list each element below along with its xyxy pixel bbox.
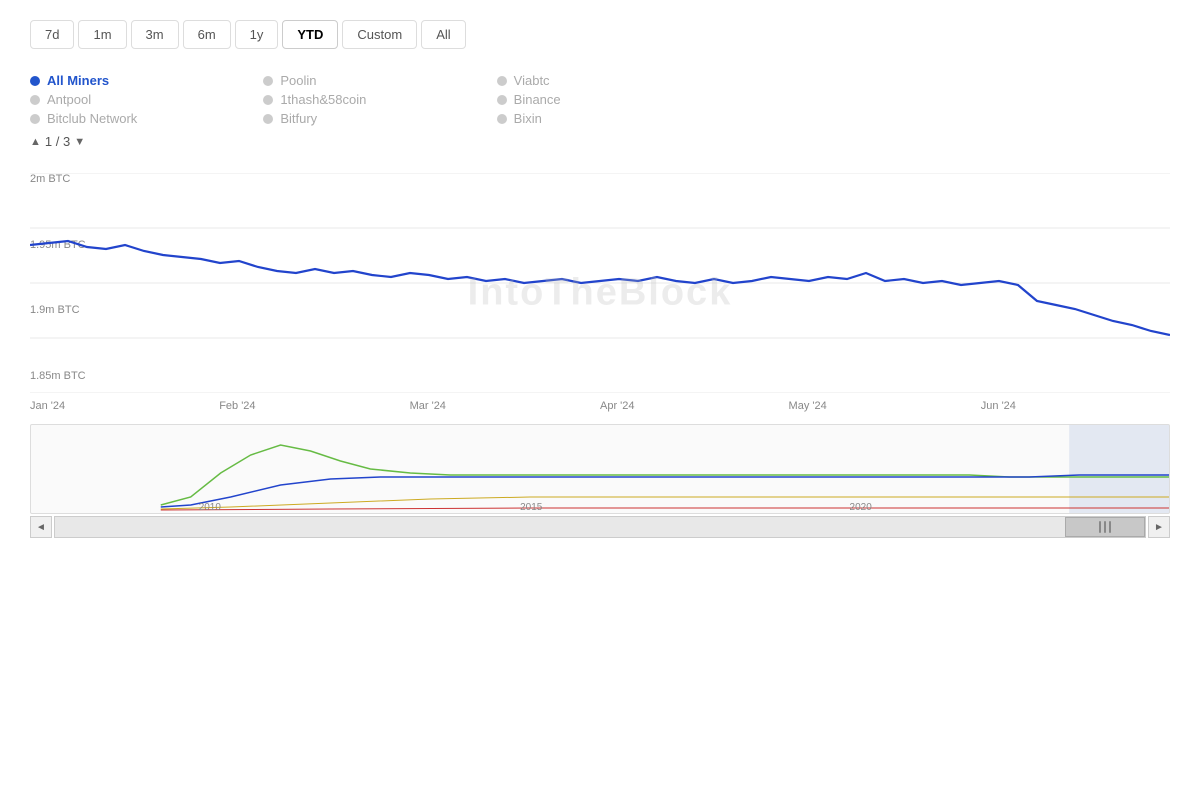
x-label-jan24: Jan '24 [30, 400, 65, 412]
x-label-apr24: Apr '24 [600, 400, 635, 412]
legend-dot-all-miners [30, 76, 40, 86]
scrollbar-track[interactable] [54, 516, 1146, 538]
legend-item-binance[interactable]: Binance [497, 92, 730, 107]
x-label-feb24: Feb '24 [219, 400, 255, 412]
legend-label-binance: Binance [514, 92, 561, 107]
legend-dot-viabtc [497, 76, 507, 86]
scroll-left-btn[interactable]: ◄ [30, 516, 52, 538]
thumb-line-2 [1104, 521, 1106, 533]
chart-legend: All Miners Poolin Viabtc Antpool 1thash&… [30, 73, 730, 126]
time-btn-7d[interactable]: 7d [30, 20, 74, 49]
x-label-may24: May '24 [789, 400, 827, 412]
legend-item-viabtc[interactable]: Viabtc [497, 73, 730, 88]
legend-label-bixin: Bixin [514, 111, 542, 126]
legend-item-1thash[interactable]: 1thash&58coin [263, 92, 496, 107]
legend-dot-poolin [263, 76, 273, 86]
time-btn-custom[interactable]: Custom [342, 20, 417, 49]
legend-dot-bitfury [263, 114, 273, 124]
range-selector[interactable]: 2010 2015 2020 [30, 424, 1170, 514]
legend-label-all-miners: All Miners [47, 73, 109, 88]
scrollbar-thumb[interactable] [1065, 517, 1145, 537]
time-btn-6m[interactable]: 6m [183, 20, 231, 49]
legend-dot-1thash [263, 95, 273, 105]
legend-item-bitclub[interactable]: Bitclub Network [30, 111, 263, 126]
x-axis-labels: Jan '24 Feb '24 Mar '24 Apr '24 May '24 … [30, 396, 1170, 412]
page-indicator: 1 / 3 [45, 134, 70, 149]
scrollbar: ◄ ► [30, 516, 1170, 538]
legend-label-bitclub: Bitclub Network [47, 111, 137, 126]
page-next-arrow[interactable]: ▼ [74, 136, 85, 148]
legend-dot-binance [497, 95, 507, 105]
legend-item-poolin[interactable]: Poolin [263, 73, 496, 88]
legend-item-antpool[interactable]: Antpool [30, 92, 263, 107]
time-btn-3m[interactable]: 3m [131, 20, 179, 49]
time-btn-all[interactable]: All [421, 20, 465, 49]
mini-chart-svg: 2010 2015 2020 [31, 425, 1169, 513]
legend-item-all-miners[interactable]: All Miners [30, 73, 263, 88]
x-label-jun24: Jun '24 [981, 400, 1016, 412]
legend-dot-bitclub [30, 114, 40, 124]
legend-dot-antpool [30, 95, 40, 105]
time-btn-ytd[interactable]: YTD [282, 20, 338, 49]
chart-canvas: IntoTheBlock Jan '24 Feb '24 Mar '24 [30, 173, 1170, 412]
legend-dot-bixin [497, 114, 507, 124]
main-chart-area: 2m BTC 1.95m BTC 1.9m BTC 1.85m BTC Into… [30, 173, 1170, 412]
scroll-right-btn[interactable]: ► [1148, 516, 1170, 538]
svg-text:2015: 2015 [520, 502, 543, 513]
legend-label-bitfury: Bitfury [280, 111, 317, 126]
time-btn-1m[interactable]: 1m [78, 20, 126, 49]
legend-label-antpool: Antpool [47, 92, 91, 107]
time-range-selector: 7d 1m 3m 6m 1y YTD Custom All [30, 20, 1170, 49]
legend-item-bixin[interactable]: Bixin [497, 111, 730, 126]
x-label-mar24: Mar '24 [410, 400, 446, 412]
main-chart-svg [30, 173, 1170, 393]
svg-text:2010: 2010 [199, 502, 222, 513]
thumb-line-1 [1099, 521, 1101, 533]
time-btn-1y[interactable]: 1y [235, 20, 279, 49]
thumb-line-3 [1109, 521, 1111, 533]
legend-label-1thash: 1thash&58coin [280, 92, 366, 107]
legend-pagination: ▲ 1 / 3 ▼ [30, 134, 1170, 149]
svg-text:2020: 2020 [850, 502, 873, 513]
legend-label-viabtc: Viabtc [514, 73, 550, 88]
scrollbar-thumb-lines [1099, 521, 1111, 533]
legend-item-bitfury[interactable]: Bitfury [263, 111, 496, 126]
page-prev-arrow[interactable]: ▲ [30, 136, 41, 148]
legend-label-poolin: Poolin [280, 73, 316, 88]
